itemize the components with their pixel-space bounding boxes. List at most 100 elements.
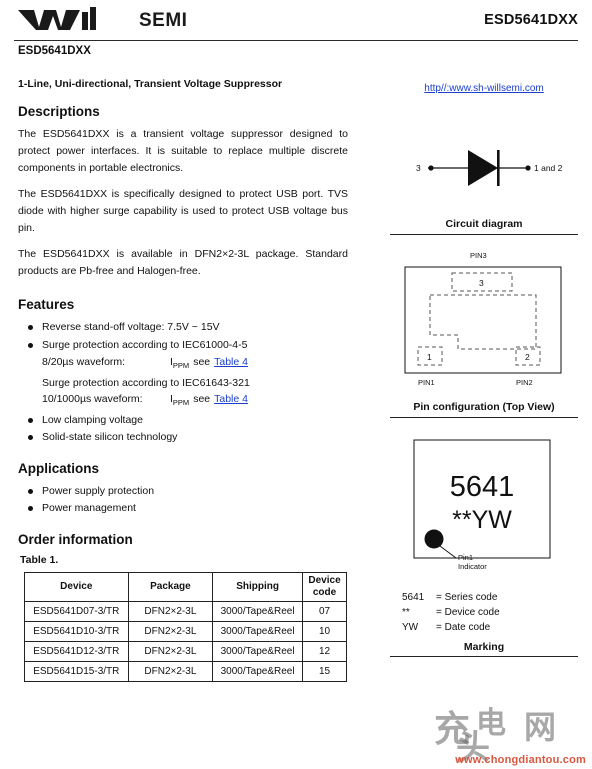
- list-item: Solid-state silicon technology: [18, 429, 348, 446]
- order-information-table: Device Package Shipping Device code ESD5…: [24, 571, 347, 682]
- website-url-block: http//:www.sh-willsemi.com: [390, 78, 578, 96]
- ippm-symbol: IPPM: [170, 356, 190, 371]
- legend-row: 5641 = Series code: [402, 590, 578, 605]
- pin1-label: PIN1: [418, 378, 435, 387]
- pin1-indicator-label-line2: Indicator: [458, 562, 487, 571]
- marking-caption: Marking: [390, 641, 578, 657]
- list-item: Low clamping voltage: [18, 412, 348, 429]
- header-divider: [14, 40, 578, 41]
- watermark-char: 头: [456, 728, 490, 768]
- device-code-line2: code: [312, 586, 337, 598]
- see-text: see: [193, 393, 211, 406]
- marking-device-date-code: **YW: [452, 506, 512, 534]
- legend-row: YW = Date code: [402, 620, 578, 635]
- cell-package: DFN2×2-3L: [127, 640, 214, 662]
- ippm-symbol: IPPM: [170, 393, 190, 408]
- description-paragraph: The ESD5641DXX is available in DFN2×2-3L…: [18, 248, 348, 277]
- pin2-label: PIN2: [516, 378, 533, 387]
- descriptions-heading: Descriptions: [18, 104, 100, 119]
- feature-line-iec61643: Surge protection according to IEC61643-3…: [42, 376, 250, 389]
- header-part-number: ESD5641DXX: [484, 12, 578, 28]
- pin1-indicator-dot: [424, 529, 444, 549]
- cell-device-code: 10: [302, 620, 347, 642]
- legend-key: 5641: [402, 592, 425, 603]
- column-header-device: Device: [24, 571, 129, 602]
- see-text: see: [193, 356, 211, 368]
- cell-package: DFN2×2-3L: [127, 660, 214, 682]
- marking-svg: 5641 **YW Pin1 Indicator: [413, 439, 551, 571]
- cell-shipping: 3000/Tape&Reel: [212, 640, 304, 662]
- cell-device-code: 07: [302, 600, 347, 622]
- cell-device: ESD5641D12-3/TR: [24, 640, 129, 662]
- list-item: Reverse stand-off voltage: 7.5V ~ 15V: [18, 319, 348, 336]
- circuit-pin-left-label: 3: [416, 163, 421, 173]
- watermark-char: 充: [434, 708, 471, 750]
- table-row: ESD5641D10-3/TR DFN2×2-3L 3000/Tape&Reel…: [24, 620, 347, 642]
- table-row: ESD5641D07-3/TR DFN2×2-3L 3000/Tape&Reel…: [24, 600, 347, 622]
- right-column: http//:www.sh-willsemi.com 3 1 and 2 Cir…: [390, 78, 578, 657]
- table-header-row: Device Package Shipping Device code: [24, 571, 347, 602]
- watermark-url: www.chongdiantou.com: [455, 754, 586, 766]
- feature-detail-8-20us: 8/20µs waveform: IPPM see Table 4: [18, 354, 348, 375]
- table-row: ESD5641D15-3/TR DFN2×2-3L 3000/Tape&Reel…: [24, 660, 347, 682]
- circuit-diagram-caption: Circuit diagram: [390, 218, 578, 235]
- cell-device: ESD5641D07-3/TR: [24, 600, 129, 622]
- legend-key: **: [402, 607, 410, 618]
- circuit-diagram-svg: 3 1 and 2: [416, 150, 563, 186]
- legend-value: = Device code: [436, 607, 500, 618]
- legend-value: = Series code: [436, 592, 498, 603]
- website-link[interactable]: http//:www.sh-willsemi.com: [424, 83, 543, 94]
- features-list-cont: Low clamping voltage Solid-state silicon…: [18, 412, 348, 446]
- brand-name: SEMI: [139, 10, 188, 31]
- cell-package: DFN2×2-3L: [127, 620, 214, 642]
- watermark-char: 电: [476, 706, 506, 741]
- list-item: Power supply protection: [18, 483, 348, 500]
- cell-shipping: 3000/Tape&Reel: [212, 600, 304, 622]
- cell-package: DFN2×2-3L: [127, 600, 214, 622]
- table4-link[interactable]: Table 4: [214, 391, 248, 408]
- cell-shipping: 3000/Tape&Reel: [212, 660, 304, 682]
- will-wave-logo-icon: [18, 7, 96, 30]
- watermark: 充 电 头 网 www.chongdiantou.com: [428, 694, 588, 768]
- table4-link[interactable]: Table 4: [214, 354, 248, 371]
- features-heading: Features: [18, 297, 75, 312]
- column-header-shipping: Shipping: [212, 571, 304, 602]
- watermark-char: 网: [524, 708, 557, 746]
- legend-row: ** = Device code: [402, 605, 578, 620]
- description-paragraph: The ESD5641DXX is specifically designed …: [18, 188, 348, 234]
- features-list: Reverse stand-off voltage: 7.5V ~ 15V Su…: [18, 319, 348, 353]
- marking-legend: 5641 = Series code ** = Device code YW =…: [390, 590, 578, 635]
- left-column: 1-Line, Uni-directional, Transient Volta…: [18, 78, 348, 682]
- waveform-label: 8/20µs waveform:: [42, 356, 126, 368]
- pin-configuration-svg: PIN3 3 1 2 PIN1 PIN2: [404, 251, 562, 387]
- marking-diagram: 5641 **YW Pin1 Indicator: [390, 434, 578, 584]
- cell-device: ESD5641D15-3/TR: [24, 660, 129, 682]
- legend-value: = Date code: [436, 622, 491, 633]
- description-paragraph: The ESD5641DXX is a transient voltage su…: [18, 128, 348, 174]
- cell-device: ESD5641D10-3/TR: [24, 620, 129, 642]
- circuit-pin-right-label: 1 and 2: [534, 163, 563, 173]
- list-item: Surge protection according to IEC61000-4…: [18, 337, 348, 354]
- cell-device-code: 12: [302, 640, 347, 662]
- device-code-line1: Device: [308, 574, 341, 586]
- page-header: SEMI ESD5641DXX: [0, 0, 592, 40]
- pad2-number: 2: [525, 352, 530, 362]
- applications-list: Power supply protection Power management: [18, 483, 348, 517]
- pin-configuration-caption: Pin configuration (Top View): [390, 401, 578, 418]
- pin3-top-label: PIN3: [470, 251, 487, 260]
- cell-device-code: 15: [302, 660, 347, 682]
- waveform-label: 10/1000µs waveform:: [42, 393, 143, 406]
- legend-key: YW: [402, 622, 419, 633]
- pin-configuration-diagram: PIN3 3 1 2 PIN1 PIN2: [390, 249, 578, 399]
- table-caption: Table 1.: [20, 553, 59, 566]
- marking-series-code: 5641: [450, 471, 515, 503]
- column-header-package: Package: [127, 571, 214, 602]
- feature-detail-10-1000us: 10/1000µs waveform: IPPM see Table 4: [18, 391, 348, 412]
- pin1-indicator-label-line1: Pin1: [458, 553, 473, 562]
- order-information-heading: Order information: [18, 531, 133, 547]
- column-header-device-code: Device code: [302, 571, 347, 602]
- document-part-number: ESD5641DXX: [18, 45, 91, 57]
- table-row: ESD5641D12-3/TR DFN2×2-3L 3000/Tape&Reel…: [24, 640, 347, 662]
- pad1-number: 1: [427, 352, 432, 362]
- product-tagline: 1-Line, Uni-directional, Transient Volta…: [18, 78, 283, 90]
